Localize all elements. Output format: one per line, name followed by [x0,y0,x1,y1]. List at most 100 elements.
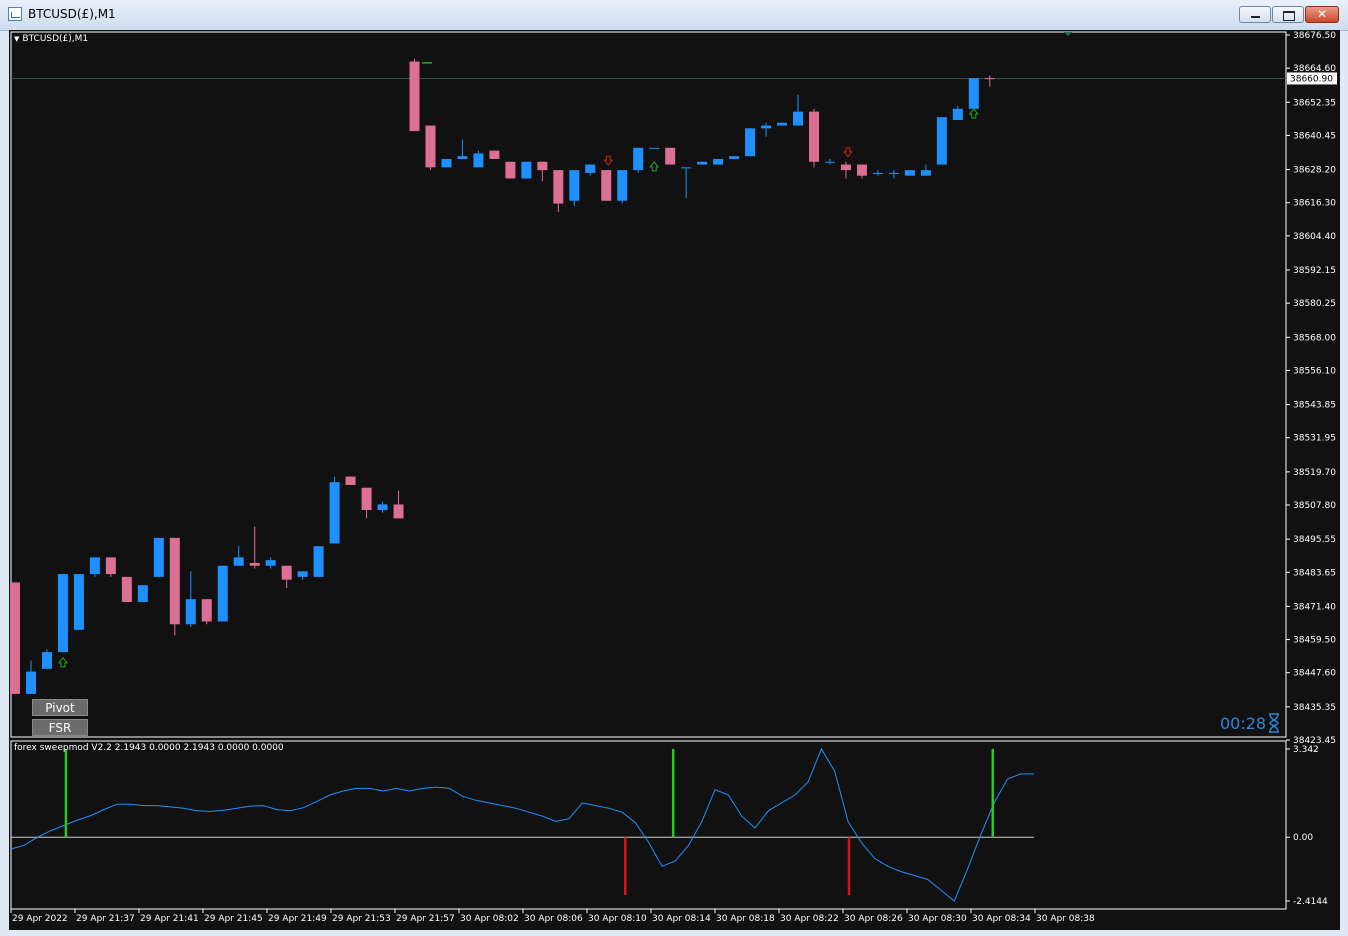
candle-body [249,562,260,566]
price-axis-label: 38676.50 [1293,31,1336,41]
candle-body [569,170,580,201]
window-title: BTCUSD(£),M1 [28,7,116,21]
candle-body [425,125,436,168]
price-axis-label: 38519.70 [1293,468,1336,478]
candle-body [473,153,484,168]
time-axis-label: 29 Apr 21:45 [204,914,263,924]
indicator-axis-label: 0.00 [1293,833,1313,843]
minimize-button[interactable] [1239,6,1271,23]
candle-countdown-timer: 00:28 [1220,714,1267,733]
price-axis-label: 38580.25 [1293,299,1336,309]
candle-body [761,125,772,129]
time-axis-label: 30 Apr 08:22 [780,914,839,924]
window-titlebar: BTCUSD(£),M1 ✕ [0,0,1348,31]
up-arrow-icon [968,108,979,119]
price-axis-label: 38604.40 [1293,232,1336,242]
candle-body [697,161,708,165]
time-axis-label: 30 Apr 08:14 [652,914,711,924]
candle-body [521,161,532,179]
candle-body [649,147,660,149]
up-arrow-icon [649,161,660,172]
candle-body [856,164,867,176]
time-axis-label: 29 Apr 21:53 [332,914,391,924]
candle-body [633,147,644,171]
candle-body [745,128,756,157]
candle-body [121,576,132,602]
price-axis-label: 38568.00 [1293,333,1336,343]
current-price-label: 38660.90 [1290,74,1333,84]
candle-body [393,504,404,519]
candle-body [617,170,628,201]
time-axis-label: 30 Apr 08:30 [908,914,967,924]
main-chart-label[interactable]: ▼ BTCUSD(£),M1 [14,34,88,44]
candle-body [457,156,468,159]
fsr-button[interactable]: FSR [32,719,88,736]
close-button[interactable]: ✕ [1305,6,1339,23]
indicator-plot-border [10,740,1287,910]
close-icon: ✕ [1316,7,1328,21]
candle-body [217,565,228,622]
candle-body [936,117,947,165]
candle-body [984,78,995,80]
candle-body [201,599,212,622]
time-axis-label: 30 Apr 08:38 [1036,914,1095,924]
candle-body [297,571,308,577]
time-axis-label: 29 Apr 21:49 [268,914,327,924]
candle-body [729,156,740,159]
candle-body [888,172,899,174]
candle-body [793,111,804,126]
candle-body [25,671,36,694]
price-axis-label: 38652.35 [1293,98,1336,108]
indicator-axis-label: -2.4144 [1293,897,1328,907]
candle-body [377,504,388,511]
up-arrow-icon [57,657,69,668]
candle-body [153,537,164,577]
candle-body [265,560,276,566]
dropdown-triangle-icon[interactable]: ▼ [14,35,19,43]
candle-body [441,158,452,168]
price-axis-label: 38628.20 [1293,166,1336,176]
pivot-button[interactable]: Pivot [32,699,88,716]
candle-body [41,652,52,669]
price-axis-label: 38507.80 [1293,501,1336,511]
candle-body [105,557,116,575]
time-axis-label: 30 Apr 08:34 [972,914,1031,924]
candle-body [553,170,564,204]
restore-icon [1283,11,1295,21]
down-arrow-icon [603,155,614,166]
candle-body [233,557,244,566]
chart-canvas[interactable]: 38676.5038664.6038652.3538640.4538628.20… [9,30,1340,930]
candle-body [920,170,931,176]
time-axis-label: 29 Apr 21:57 [396,914,455,924]
price-axis-label: 38592.15 [1293,266,1336,276]
price-axis-label: 38435.35 [1293,703,1336,713]
candle-body [713,158,724,165]
indicator-label: forex sweepmod V2.2 2.1943 0.0000 2.1943… [14,743,284,753]
price-axis-label: 38543.85 [1293,401,1336,411]
price-axis-label: 38531.95 [1293,434,1336,444]
time-axis-label: 30 Apr 08:26 [844,914,903,924]
symbol-label: BTCUSD(£),M1 [22,34,89,44]
price-axis-label: 38616.30 [1293,199,1336,209]
price-axis-label: 38483.65 [1293,568,1336,578]
candle-body [665,147,676,165]
price-axis-label: 38556.10 [1293,366,1336,376]
time-axis-label: 29 Apr 21:37 [76,914,135,924]
candle-body [952,108,963,120]
indicator-axis-label: 3.342 [1293,745,1319,755]
time-axis-label: 29 Apr 2022 [12,914,68,924]
chart-window[interactable]: 38676.50 38664.60 38652.35 38640.45 38628.20… [9,30,1340,930]
price-axis-label: 38640.45 [1293,131,1336,141]
candle-body [872,172,883,174]
price-axis-label: 38471.40 [1293,602,1336,612]
candle-body [281,565,292,580]
candle-body [505,161,516,179]
restore-button[interactable] [1272,6,1304,23]
candle-body [361,487,372,511]
candle-body [137,585,148,602]
candle-body [537,161,548,171]
candle-body [681,167,692,169]
shift-marker-icon [1064,32,1072,36]
down-arrow-icon [842,147,854,158]
candle-body [329,482,340,544]
